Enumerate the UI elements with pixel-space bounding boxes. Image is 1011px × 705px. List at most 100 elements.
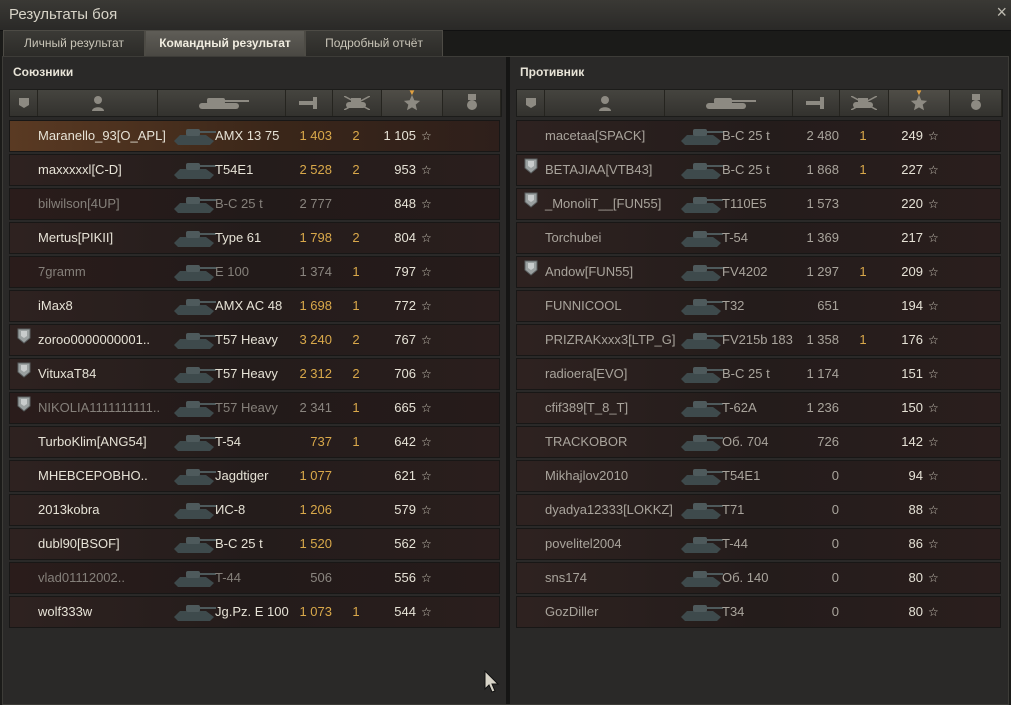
xp-value: 706 xyxy=(394,366,416,381)
tank-icon xyxy=(677,189,725,217)
ally-player-row[interactable]: dubl90[BSOF] В-С 25 t 1 520 562 ☆ xyxy=(9,528,500,560)
tank-name: T32 xyxy=(722,298,745,313)
allies-header-player[interactable] xyxy=(38,90,158,116)
sort-arrow-icon: ▼ xyxy=(915,88,923,97)
player-name: macetaa[SPACK] xyxy=(545,128,646,143)
tank-icon xyxy=(170,189,218,217)
tab-personal-result[interactable]: Личный результат xyxy=(3,30,145,56)
player-name: povelitel2004 xyxy=(545,536,622,551)
enemy-player-row[interactable]: FUNNICOOL T32 651 194 ☆ xyxy=(516,290,1001,322)
damage-value: 651 xyxy=(817,298,839,313)
tank-name: T34 xyxy=(722,604,745,619)
player-name: FUNNICOOL xyxy=(545,298,622,313)
allies-header-kills[interactable] xyxy=(333,90,382,116)
tank-icon xyxy=(677,529,725,557)
damage-value: 1 077 xyxy=(299,468,332,483)
enemies-header-tank[interactable] xyxy=(665,90,793,116)
enemies-header-kills[interactable] xyxy=(840,90,889,116)
enemy-player-row[interactable]: TRACKOBOR Об. 704 726 142 ☆ xyxy=(516,426,1001,458)
player-name: iMax8 xyxy=(38,298,73,313)
damage-value: 1 573 xyxy=(806,196,839,211)
enemy-player-row[interactable]: Mikhajlov2010 T54E1 0 94 ☆ xyxy=(516,460,1001,492)
enemy-player-row[interactable]: GozDiller T34 0 80 ☆ xyxy=(516,596,1001,628)
xp-star-icon: ☆ xyxy=(928,367,939,381)
damage-value: 1 520 xyxy=(299,536,332,551)
xp-star-icon: ☆ xyxy=(421,605,432,619)
ally-player-row[interactable]: MHEBCEPOBHO.. Jagdtiger 1 077 621 ☆ xyxy=(9,460,500,492)
tank-name: T-44 xyxy=(215,570,242,585)
enemy-player-row[interactable]: _MonoliT__[FUN55] T110E5 1 573 220 ☆ xyxy=(516,188,1001,220)
enemy-player-row[interactable]: macetaa[SPACK] В-С 25 t 2 480 1 249 ☆ xyxy=(516,120,1001,152)
player-name: radioera[EVO] xyxy=(545,366,628,381)
xp-value: 767 xyxy=(394,332,416,347)
xp-star-icon: ☆ xyxy=(421,197,432,211)
ally-player-row[interactable]: VituxaT84 T57 Heavy 2 312 2 706 ☆ xyxy=(9,358,500,390)
ally-player-row[interactable]: Maranello_93[O_APL] AMX 13 75 1 403 2 1 105 ☆ xyxy=(9,120,500,152)
damage-value: 0 xyxy=(831,604,839,619)
player-name: maxxxxxl[C-D] xyxy=(38,162,122,177)
player-name: GozDiller xyxy=(545,604,599,619)
ally-player-row[interactable]: TurboKlim[ANG54] T-54 737 1 642 ☆ xyxy=(9,426,500,458)
enemy-player-row[interactable]: dyadya12333[LOKKZ] T71 0 88 ☆ xyxy=(516,494,1001,526)
enemy-player-row[interactable]: radioera[EVO] В-С 25 t 1 174 151 ☆ xyxy=(516,358,1001,390)
player-name: TRACKOBOR xyxy=(545,434,628,449)
kills-value: 1 xyxy=(859,162,867,177)
ally-player-row[interactable]: NIKOLIA1111111111.. T57 Heavy 2 341 1 665 ☆ xyxy=(9,392,500,424)
ally-player-row[interactable]: vlad01112002.. T-44 506 556 ☆ xyxy=(9,562,500,594)
ally-player-row[interactable]: iMax8 AMX AC 48 1 698 1 772 ☆ xyxy=(9,290,500,322)
ally-player-row[interactable]: 7gramm E 100 1 374 1 797 ☆ xyxy=(9,256,500,288)
allies-header-damage[interactable] xyxy=(286,90,333,116)
enemy-player-row[interactable]: povelitel2004 T-44 0 86 ☆ xyxy=(516,528,1001,560)
enemy-player-row[interactable]: PRIZRAKxxx3[LTP_G] FV215b 183 1 358 1 176 ☆ xyxy=(516,324,1001,356)
tank-name: T57 Heavy xyxy=(215,332,278,347)
xp-value: 804 xyxy=(394,230,416,245)
damage-value: 1 403 xyxy=(299,128,332,143)
rank-badge-icon xyxy=(17,325,31,344)
tank-name: T-62A xyxy=(722,400,757,415)
damage-value: 1 206 xyxy=(299,502,332,517)
enemies-header-squad[interactable] xyxy=(517,90,545,116)
ally-player-row[interactable]: Mertus[PIKII] Type 61 1 798 2 804 ☆ xyxy=(9,222,500,254)
enemies-table-header: ▼ xyxy=(516,88,1003,117)
enemies-header-xp-star[interactable]: ▼ xyxy=(889,88,950,116)
ally-player-row[interactable]: maxxxxxl[C-D] T54E1 2 528 2 953 ☆ xyxy=(9,154,500,186)
xp-value: 151 xyxy=(901,366,923,381)
rank-badge-icon xyxy=(524,189,538,208)
close-icon[interactable]: × xyxy=(996,2,1007,23)
enemy-player-row[interactable]: sns174 Об. 140 0 80 ☆ xyxy=(516,562,1001,594)
kills-value: 2 xyxy=(352,162,360,177)
kills-value: 2 xyxy=(352,366,360,381)
allies-header-xp-star[interactable]: ▼ xyxy=(382,88,443,116)
damage-value: 2 528 xyxy=(299,162,332,177)
enemies-header-player[interactable] xyxy=(545,90,665,116)
enemies-header-damage[interactable] xyxy=(793,90,840,116)
enemy-player-row[interactable]: Andow[FUN55] FV4202 1 297 1 209 ☆ xyxy=(516,256,1001,288)
tank-name: Об. 704 xyxy=(722,434,769,449)
allies-header-medal[interactable] xyxy=(443,90,501,116)
enemies-header-medal[interactable] xyxy=(950,90,1002,116)
xp-value: 80 xyxy=(908,570,923,585)
enemy-player-row[interactable]: Torchubei T-54 1 369 217 ☆ xyxy=(516,222,1001,254)
player-name: bilwilson[4UP] xyxy=(38,196,120,211)
ally-player-row[interactable]: bilwilson[4UP] В-С 25 t 2 777 848 ☆ xyxy=(9,188,500,220)
damage-value: 0 xyxy=(831,536,839,551)
damage-value: 0 xyxy=(831,468,839,483)
tab-detailed-report[interactable]: Подробный отчёт xyxy=(305,30,443,56)
ally-player-row[interactable]: wolf333w Jg.Pz. E 100 1 073 1 544 ☆ xyxy=(9,596,500,628)
enemy-player-row[interactable]: BETAJIAA[VTB43] В-С 25 t 1 868 1 227 ☆ xyxy=(516,154,1001,186)
player-name: MHEBCEPOBHO.. xyxy=(38,468,148,483)
tank-icon xyxy=(170,257,218,285)
damage-value: 1 174 xyxy=(806,366,839,381)
xp-value: 220 xyxy=(901,196,923,211)
tab-team-result[interactable]: Командный результат xyxy=(145,30,305,56)
tank-name: AMX 13 75 xyxy=(215,128,280,143)
tank-name: AMX AC 48 xyxy=(215,298,283,313)
tank-name: В-С 25 t xyxy=(722,366,770,381)
enemy-player-row[interactable]: cfif389[T_8_T] T-62A 1 236 150 ☆ xyxy=(516,392,1001,424)
allies-header-squad[interactable] xyxy=(10,90,38,116)
ally-player-row[interactable]: 2013kobra ИС-8 1 206 579 ☆ xyxy=(9,494,500,526)
tank-name: FV4202 xyxy=(722,264,768,279)
allies-header-tank[interactable] xyxy=(158,90,286,116)
ally-player-row[interactable]: zoroo0000000001.. T57 Heavy 3 240 2 767 ☆ xyxy=(9,324,500,356)
tank-name: T54E1 xyxy=(215,162,254,177)
